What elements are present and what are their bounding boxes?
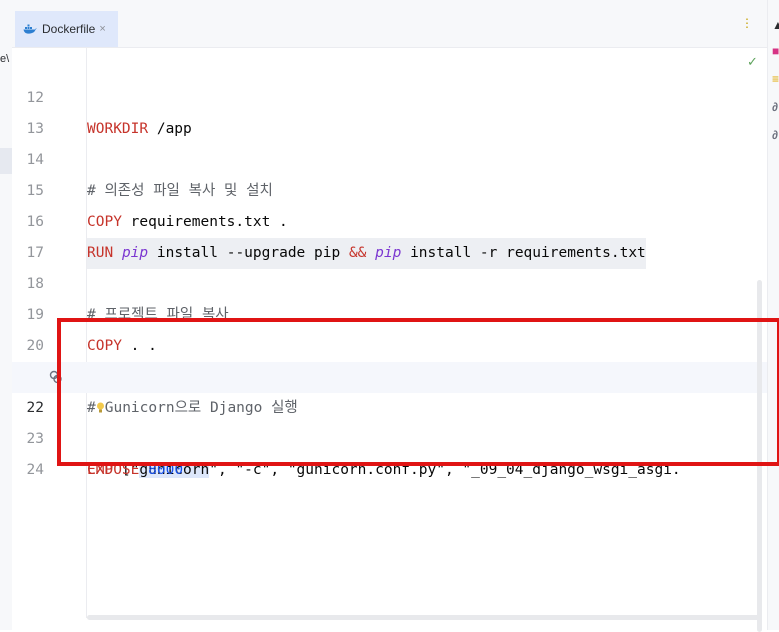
project-tree-truncated-text: e\ — [0, 53, 10, 65]
docker-icon — [23, 24, 37, 34]
database-icon[interactable]: ≡ — [772, 72, 779, 86]
notifications-icon[interactable]: ▲ — [772, 18, 779, 32]
code-line[interactable]: 18 # 프로젝트 파일 복사 — [12, 238, 767, 323]
editor-tab-bar: Dockerfile × ⋮ — [12, 0, 767, 48]
code-line[interactable]: 12 WORKDIR /app — [12, 52, 767, 137]
code-line[interactable]: 16 RUN pip install --upgrade pip && pip … — [12, 176, 767, 269]
right-tool-strip: ▲ ■ ≡ ∂ ∂ — [767, 0, 779, 630]
tab-close-icon[interactable]: × — [99, 23, 105, 35]
tab-menu-icon[interactable]: ⋮ — [741, 17, 753, 29]
tab-dockerfile[interactable]: Dockerfile × — [15, 11, 118, 47]
highlight-annotation-box — [57, 318, 779, 466]
horizontal-scrollbar[interactable] — [87, 615, 762, 620]
assistant-icon[interactable]: ∂ — [772, 100, 778, 114]
tab-label: Dockerfile — [42, 22, 96, 36]
code-line[interactable]: 19 COPY . . — [12, 269, 767, 354]
code-line[interactable]: 15 COPY requirements.txt . — [12, 145, 767, 230]
code-line[interactable]: 14 # 의존성 파일 복사 및 설치 — [12, 114, 767, 199]
code-line[interactable]: 13 — [12, 83, 767, 137]
line-number: 24 — [26, 462, 44, 478]
code-line[interactable]: 17 — [12, 207, 767, 261]
project-tree-selection — [0, 148, 12, 174]
plugin-icon[interactable]: ■ — [772, 44, 779, 58]
assistant-icon-2[interactable]: ∂ — [772, 128, 778, 142]
